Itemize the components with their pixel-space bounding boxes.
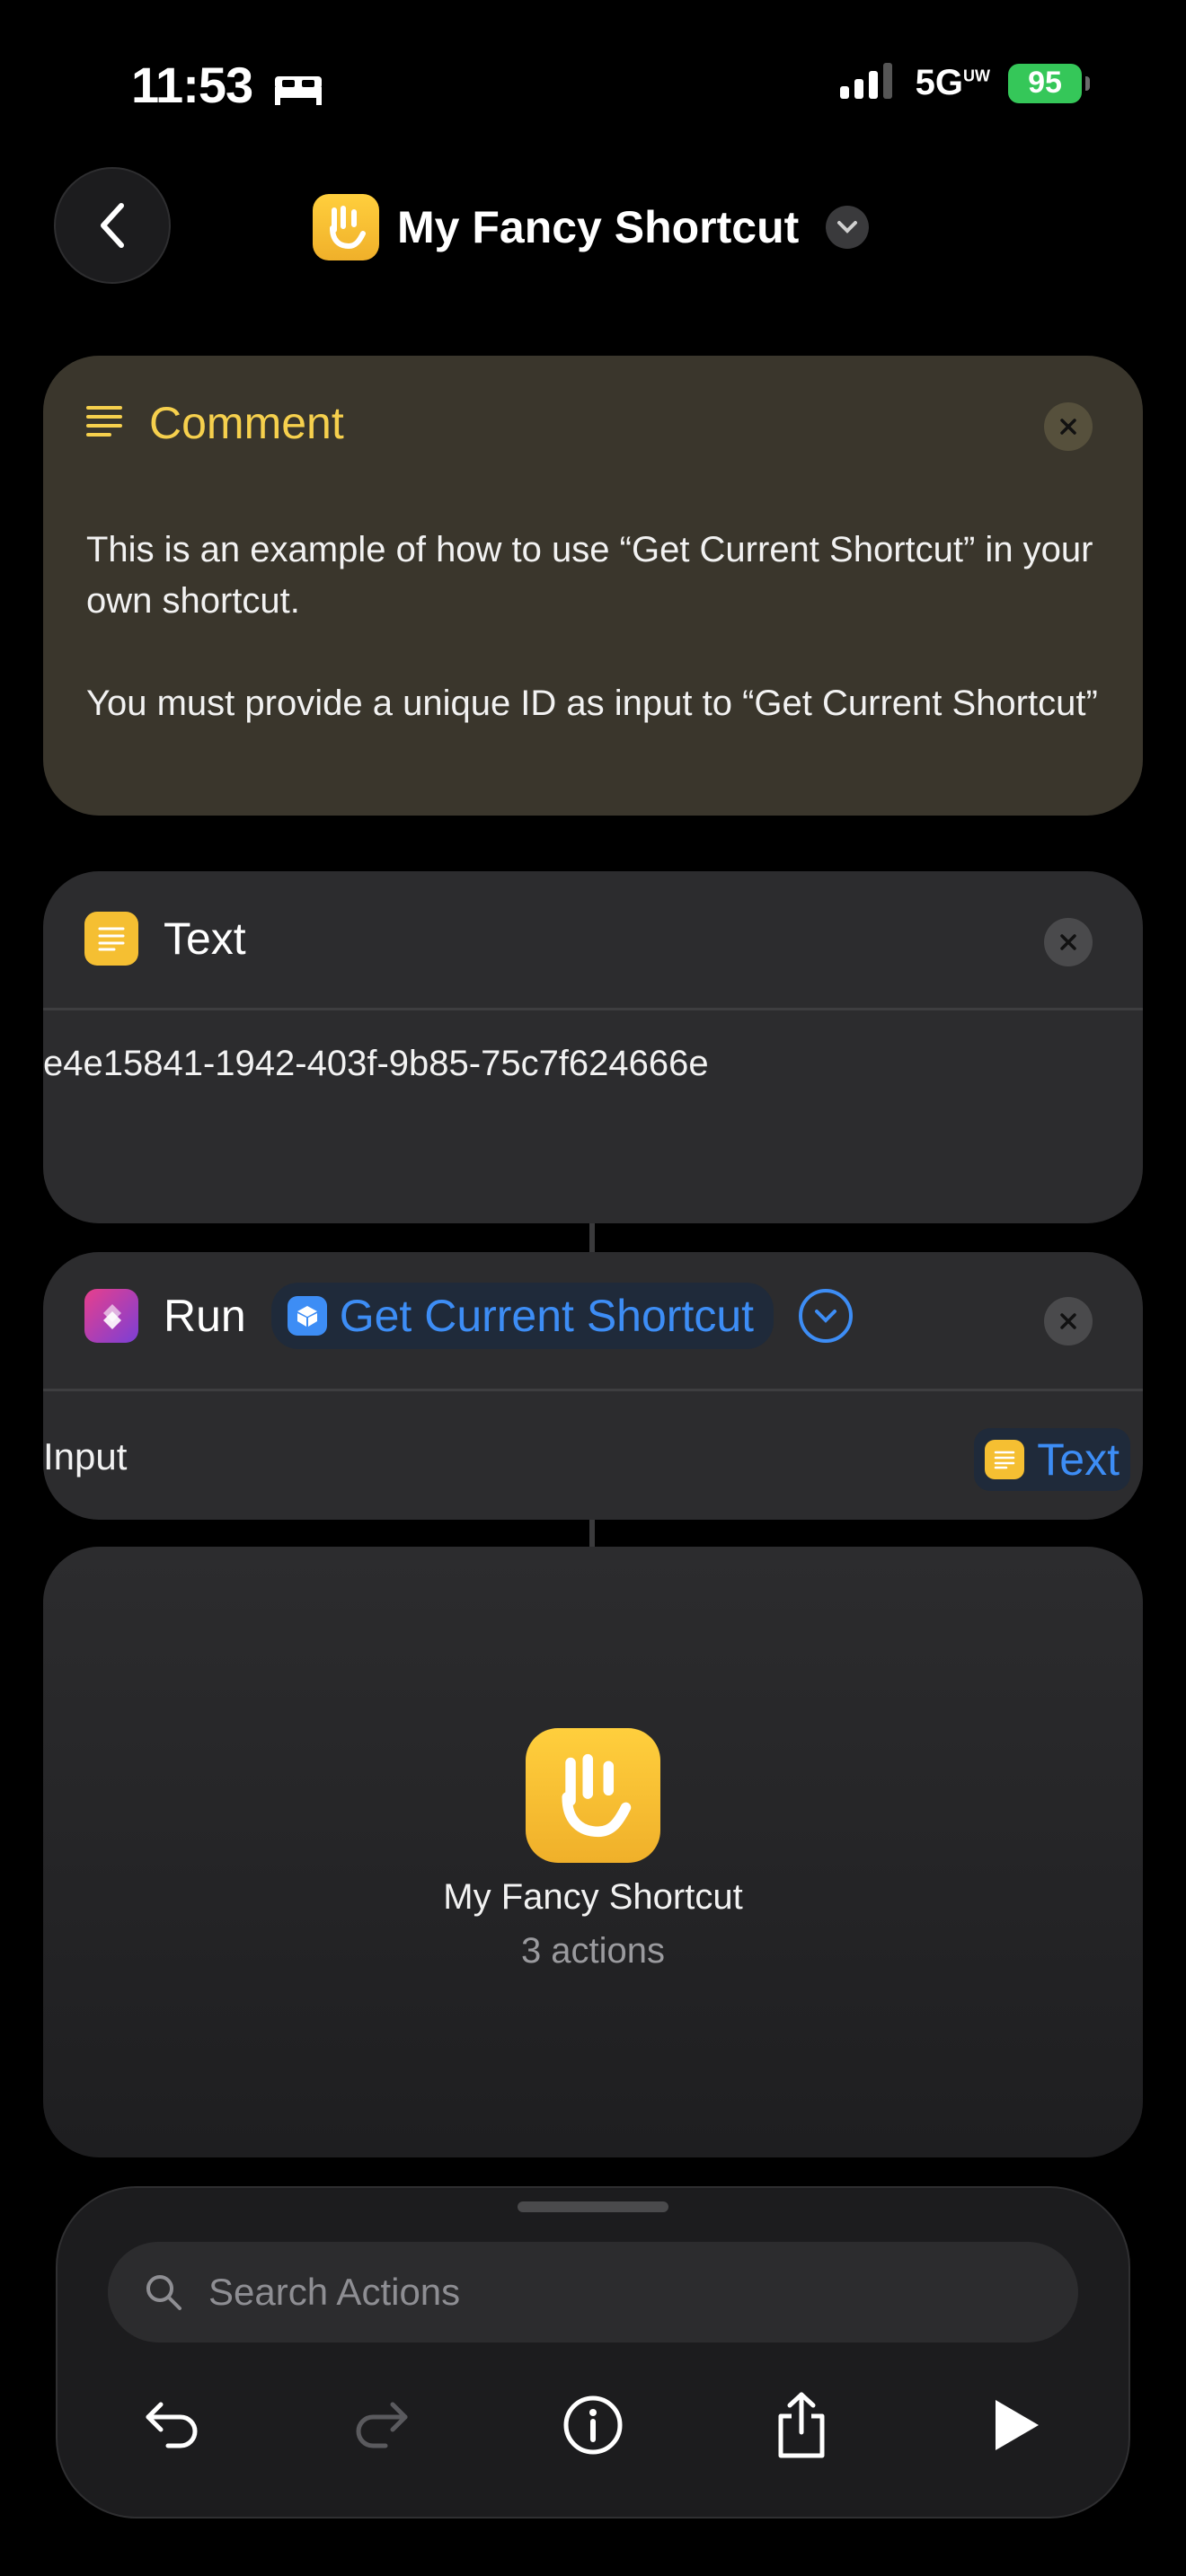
text-header: Text bbox=[84, 909, 246, 968]
shortcut-title-menu[interactable]: My Fancy Shortcut bbox=[313, 194, 870, 260]
shortcut-hand-icon bbox=[526, 1728, 660, 1863]
battery-icon: 95 bbox=[1008, 63, 1090, 103]
preview-action-count: 3 actions bbox=[520, 1931, 666, 1971]
comment-action-card[interactable]: Comment This is an example of how to use… bbox=[43, 356, 1143, 816]
undo-button[interactable] bbox=[137, 2389, 208, 2461]
comment-paragraph: You must provide a unique ID as input to… bbox=[86, 684, 1098, 723]
remove-run-button[interactable] bbox=[1044, 1297, 1093, 1345]
text-value-field[interactable]: e4e15841-1942-403f-9b85-75c7f624666e bbox=[43, 1044, 709, 1084]
input-label: Input bbox=[43, 1435, 128, 1478]
share-icon bbox=[778, 2392, 825, 2458]
divider bbox=[43, 1008, 1143, 1010]
remove-text-button[interactable] bbox=[1044, 918, 1093, 966]
comment-text[interactable]: This is an example of how to use “Get Cu… bbox=[86, 525, 1102, 781]
undo-icon bbox=[146, 2402, 198, 2448]
expand-chevron-icon[interactable] bbox=[799, 1289, 854, 1343]
run-verb: Run bbox=[164, 1291, 246, 1341]
input-value: Text bbox=[1037, 1434, 1120, 1485]
actions-panel[interactable] bbox=[56, 2186, 1130, 2519]
text-action-title: Text bbox=[164, 913, 246, 964]
flow-connector bbox=[589, 1223, 595, 1252]
status-indicators: 5GUW 95 bbox=[839, 63, 1090, 103]
close-icon bbox=[1060, 419, 1076, 435]
comment-paragraph: This is an example of how to use “Get Cu… bbox=[86, 530, 1093, 621]
search-icon bbox=[146, 2275, 181, 2310]
shortcut-name: Get Current Shortcut bbox=[339, 1291, 755, 1341]
comment-title: Comment bbox=[149, 398, 344, 448]
info-icon bbox=[563, 2395, 623, 2455]
preview-shortcut-name: My Fancy Shortcut bbox=[443, 1877, 743, 1917]
back-button[interactable] bbox=[54, 167, 171, 284]
time-text: 11:53 bbox=[131, 57, 253, 113]
shortcut-parameter-pill[interactable]: Get Current Shortcut bbox=[270, 1283, 774, 1349]
status-time: 11:53 bbox=[131, 56, 323, 119]
box-icon bbox=[287, 1296, 327, 1336]
panel-grabber[interactable] bbox=[518, 2201, 668, 2212]
flow-connector bbox=[589, 1520, 595, 1547]
divider bbox=[43, 1389, 1143, 1391]
shortcut-hand-icon bbox=[313, 194, 379, 260]
run-shortcut-button[interactable] bbox=[979, 2389, 1051, 2461]
lines-icon bbox=[84, 397, 124, 449]
comment-header: Comment bbox=[84, 393, 344, 453]
chevron-down-icon[interactable] bbox=[826, 206, 870, 249]
shortcuts-app-icon bbox=[84, 1289, 138, 1343]
network-label: 5GUW bbox=[915, 63, 990, 102]
signal-icon bbox=[839, 63, 898, 103]
input-variable-token[interactable]: Text bbox=[974, 1428, 1130, 1491]
search-bar[interactable] bbox=[108, 2242, 1078, 2342]
page-title: My Fancy Shortcut bbox=[397, 202, 800, 252]
close-icon bbox=[1060, 1313, 1076, 1329]
text-action-icon bbox=[84, 912, 138, 966]
share-button[interactable] bbox=[766, 2389, 837, 2461]
redo-button[interactable] bbox=[345, 2389, 417, 2461]
bed-icon bbox=[273, 60, 323, 119]
redo-icon bbox=[356, 2402, 408, 2448]
run-header: Run Get Current Shortcut bbox=[84, 1283, 854, 1349]
chevron-left-icon bbox=[101, 203, 124, 248]
remove-comment-button[interactable] bbox=[1044, 402, 1093, 451]
play-icon bbox=[996, 2400, 1039, 2450]
close-icon bbox=[1060, 934, 1076, 950]
search-input[interactable] bbox=[207, 2270, 1019, 2315]
text-variable-icon bbox=[985, 1440, 1025, 1479]
info-button[interactable] bbox=[557, 2389, 629, 2461]
